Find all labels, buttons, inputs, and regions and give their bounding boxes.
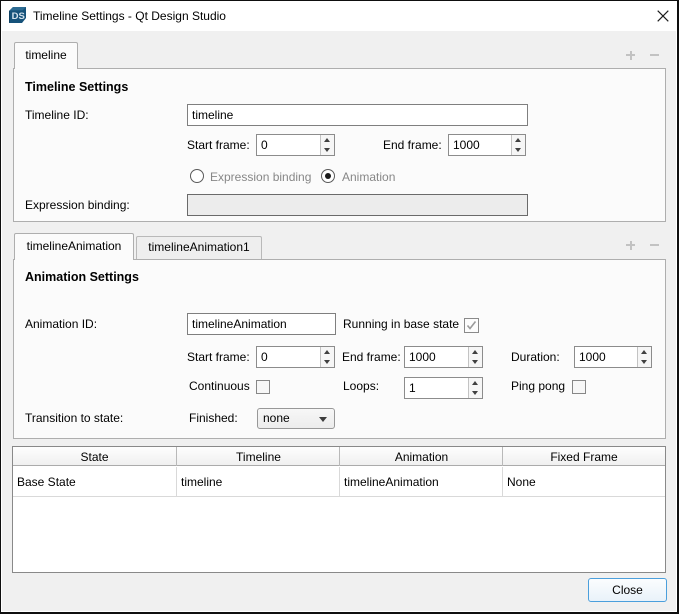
svg-text:DS: DS: [12, 11, 25, 22]
